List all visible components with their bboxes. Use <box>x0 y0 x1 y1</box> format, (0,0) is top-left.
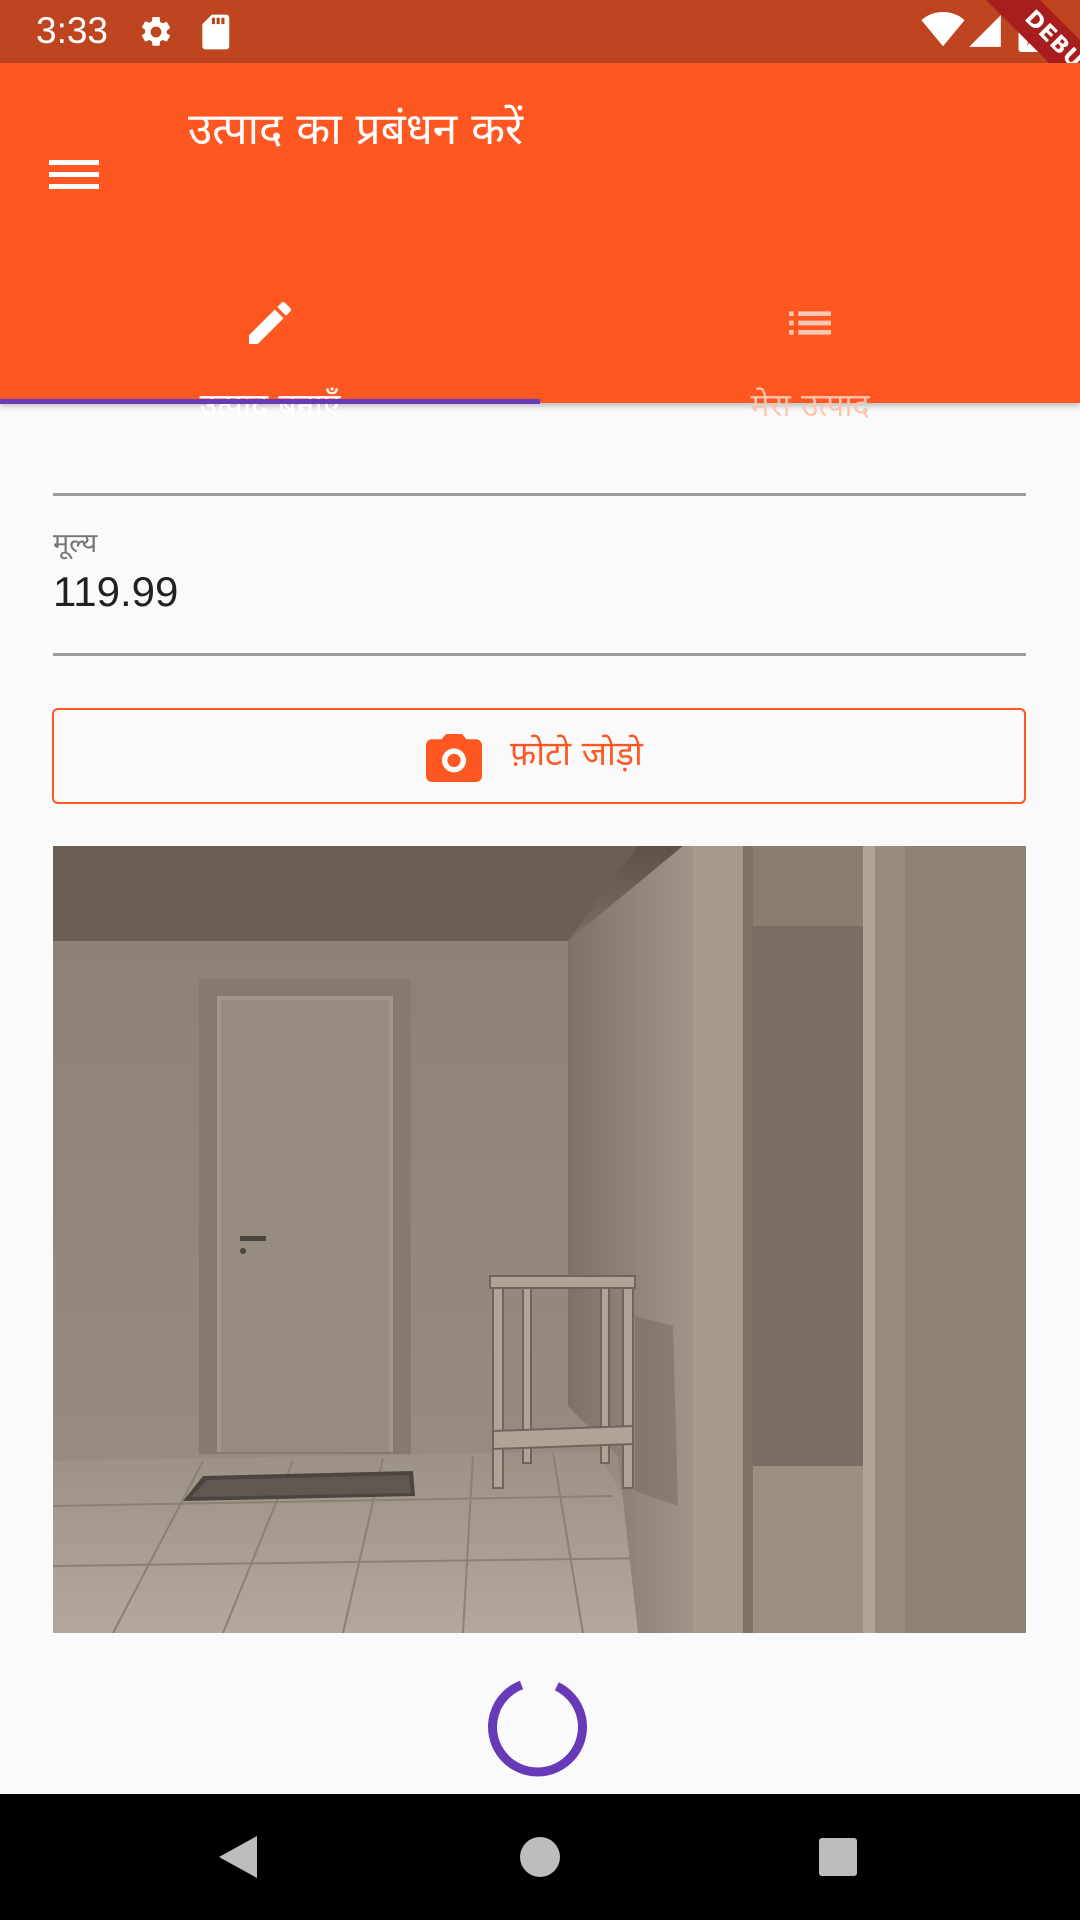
status-bar: 3:33 <box>0 0 1080 63</box>
tab-my-product[interactable]: मेरा उत्पाद <box>540 233 1080 424</box>
sd-card-icon <box>202 14 230 50</box>
price-field-underline <box>53 653 1026 656</box>
list-icon <box>789 311 831 335</box>
price-input[interactable]: 119.99 <box>53 567 178 617</box>
camera-icon <box>426 734 482 782</box>
recents-icon <box>819 1838 857 1876</box>
back-icon <box>219 1836 257 1878</box>
previous-field-underline <box>53 493 1026 496</box>
progress-spinner-icon <box>488 1680 587 1777</box>
tab-my-label: मेरा उत्पाद <box>750 386 870 424</box>
home-icon <box>520 1837 560 1877</box>
tab-indicator <box>0 399 540 404</box>
recents-button[interactable] <box>805 1824 871 1890</box>
page-title: उत्पाद का प्रबंधन करें <box>188 104 523 155</box>
edit-icon <box>249 301 292 344</box>
product-photo <box>53 846 1026 1633</box>
price-label: मूल्य <box>53 528 98 559</box>
back-button[interactable] <box>207 1824 273 1890</box>
battery-charging-icon <box>1018 10 1042 52</box>
add-photo-label: फ़ोटो जोड़ो <box>510 734 643 774</box>
wifi-icon <box>921 12 965 47</box>
add-photo-button[interactable]: फ़ोटो जोड़ो <box>52 708 1026 804</box>
settings-icon <box>141 16 171 46</box>
menu-icon <box>49 160 99 189</box>
status-time: 3:33 <box>36 10 109 51</box>
tab-create-label: उत्पाद बनाएँ <box>199 386 341 424</box>
signal-icon <box>969 15 1001 47</box>
home-button[interactable] <box>507 1824 573 1890</box>
navigation-bar <box>0 1794 1080 1920</box>
tab-create-product[interactable]: उत्पाद बनाएँ <box>0 233 540 424</box>
app-bar: उत्पाद का प्रबंधन करें उत्पाद बनाएँ मेरा… <box>0 63 1080 424</box>
menu-button[interactable] <box>30 103 118 191</box>
